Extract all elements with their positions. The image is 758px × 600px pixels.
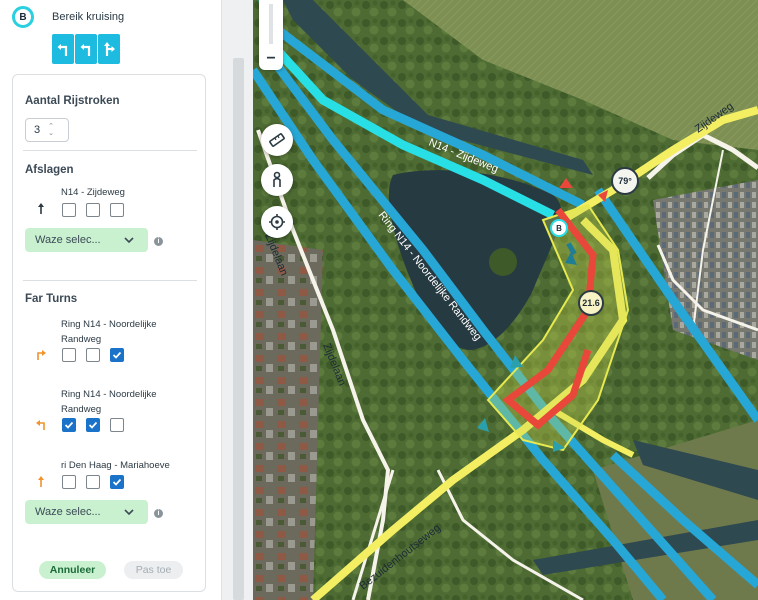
chevron-down-icon — [124, 508, 134, 515]
divider — [23, 280, 197, 281]
crosshair-icon — [269, 214, 285, 230]
zoom-control: − — [259, 0, 283, 70]
street-view-button[interactable] — [261, 164, 293, 196]
panel-gutter — [222, 0, 253, 600]
lane-guidance-icons — [52, 34, 120, 64]
lane-checkbox-1[interactable] — [62, 475, 76, 489]
apply-button[interactable]: Pas toe — [124, 561, 183, 579]
node-badge: B — [12, 6, 34, 28]
cancel-button[interactable]: Annuleer — [39, 561, 106, 579]
pegman-icon — [273, 171, 281, 187]
check-icon — [112, 351, 122, 359]
turn-road-label: N14 - Zijdeweg — [61, 187, 125, 198]
waze-select-label: Waze selec... — [35, 506, 101, 518]
turn-right-arrow-icon — [37, 350, 46, 360]
lane-checkbox-2[interactable] — [86, 418, 100, 432]
far-turn-3-checkboxes — [62, 475, 124, 489]
lane-checkbox-1[interactable] — [62, 348, 76, 362]
lanes-count-stepper[interactable]: 3 ⌃ ⌄ — [25, 118, 69, 142]
map-view[interactable]: Ring N14 - Noordelijke Randweg N14 - Zij… — [253, 0, 758, 600]
satellite-map[interactable]: Ring N14 - Noordelijke Randweg N14 - Zij… — [253, 0, 758, 600]
speed-bubble[interactable]: 21.6 — [578, 290, 604, 316]
info-icon[interactable]: i — [154, 509, 163, 518]
straight-arrow-icon — [38, 203, 44, 214]
node-marker[interactable]: B — [550, 219, 568, 237]
turn-lane-checkboxes — [62, 203, 124, 217]
far-turns-title: Far Turns — [25, 293, 78, 305]
far-turn-road-label: Ring N14 - Noordelijke Randweg — [61, 319, 157, 345]
node-title: Bereik kruising — [52, 11, 125, 23]
far-turn-1-checkboxes — [62, 348, 124, 362]
lane-checkbox-2[interactable] — [86, 203, 100, 217]
check-icon — [88, 421, 98, 429]
turn-left-icon[interactable] — [52, 34, 74, 64]
turns-title: Afslagen — [25, 164, 74, 176]
straight-right-icon[interactable] — [98, 34, 120, 64]
locate-me-button[interactable] — [261, 206, 293, 238]
lane-checkbox-1[interactable] — [62, 418, 76, 432]
zoom-slider-track[interactable] — [269, 4, 273, 44]
lane-checkbox-3[interactable] — [110, 475, 124, 489]
lane-checkbox-2[interactable] — [86, 475, 100, 489]
lanes-card: Aantal Rijstroken 3 ⌃ ⌄ Afslagen N14 - Zi… — [12, 74, 206, 592]
far-turns-waze-select-dropdown[interactable]: Waze selec... — [25, 500, 148, 524]
info-icon[interactable]: i — [154, 237, 163, 246]
check-icon — [112, 478, 122, 486]
lane-checkbox-2[interactable] — [86, 348, 100, 362]
check-icon — [64, 421, 74, 429]
lane-checkbox-3[interactable] — [110, 418, 124, 432]
measure-tool-button[interactable] — [261, 124, 293, 156]
panel-scrollbar[interactable] — [233, 58, 244, 600]
lanes-count-value: 3 — [34, 124, 41, 136]
turn-left-arrow-icon — [36, 420, 45, 430]
ruler-icon — [269, 133, 285, 147]
straight-arrow-icon — [38, 476, 44, 487]
turn-editor-panel: B Bereik kruising Aantal Rijstroken 3 ⌃ ⌄… — [0, 0, 222, 600]
zoom-out-button[interactable]: − — [262, 50, 280, 68]
lane-checkbox-3[interactable] — [110, 203, 124, 217]
lane-checkbox-3[interactable] — [110, 348, 124, 362]
waze-select-label: Waze selec... — [35, 234, 101, 246]
stepper-arrows-icon[interactable]: ⌃ ⌄ — [48, 123, 54, 137]
waze-select-dropdown[interactable]: Waze selec... — [25, 228, 148, 252]
lanes-title: Aantal Rijstroken — [25, 95, 120, 107]
angle-bubble[interactable]: 79° — [611, 167, 639, 195]
turn-left-icon[interactable] — [75, 34, 97, 64]
divider — [23, 150, 197, 151]
lane-checkbox-1[interactable] — [62, 203, 76, 217]
far-turn-2-checkboxes — [62, 418, 124, 432]
far-turn-road-label: ri Den Haag - Mariahoeve — [61, 460, 170, 471]
chevron-down-icon — [124, 236, 134, 243]
far-turn-road-label: Ring N14 - Noordelijke Randweg — [61, 389, 157, 415]
node-header: B Bereik kruising — [12, 4, 124, 30]
